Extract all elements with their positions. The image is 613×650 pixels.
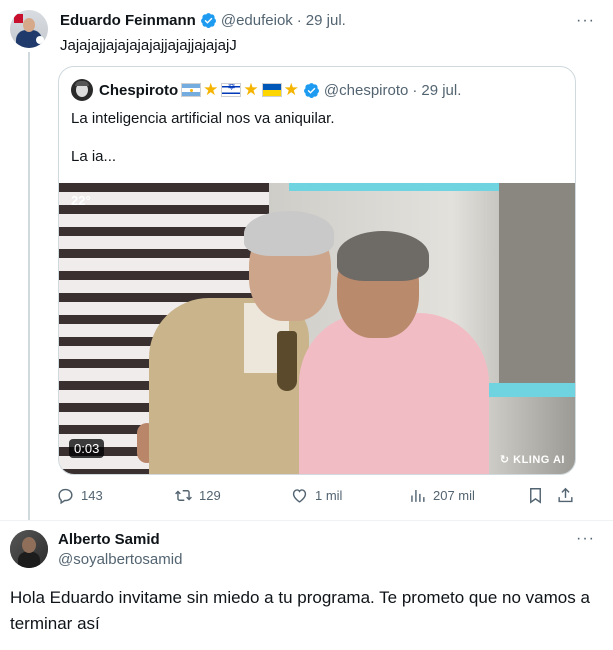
video-figure (277, 331, 297, 391)
reply-author-handle[interactable]: @soyalbertosamid (58, 551, 182, 568)
avatar-eduardo[interactable] (10, 10, 48, 48)
reply-more-options-icon[interactable]: ··· (576, 530, 595, 548)
repost-icon (175, 490, 192, 501)
more-options-icon[interactable]: ··· (576, 12, 595, 30)
ukraine-flag-icon (261, 83, 282, 97)
quoted-author-name[interactable]: Chespiroto (99, 82, 178, 99)
video-figure (299, 313, 489, 474)
bookmark-icon (530, 488, 541, 504)
avatar-chespiroto[interactable] (71, 79, 93, 101)
quoted-text-line2: La ia... (71, 148, 117, 165)
thread-connector-line (28, 52, 30, 520)
share-icon (558, 487, 573, 503)
avatar-alberto[interactable] (10, 530, 48, 568)
separator-dot: · (296, 12, 302, 29)
video-background-accent (479, 383, 575, 397)
separator-dot: · (412, 81, 418, 99)
argentina-flag-icon (181, 83, 202, 97)
video-watermark: ↻ KLING AI (500, 453, 565, 466)
reply-count: 143 (81, 488, 103, 503)
quoted-tweet[interactable]: Chespiroto ★ ★ ★ @chespiroto · 29 jul. L… (58, 66, 576, 475)
author-name[interactable]: Eduardo Feinmann (60, 12, 196, 29)
star-icon: ★ (283, 80, 299, 100)
video-background-panel (499, 183, 575, 383)
tweet-actions-bar: 143 129 1 mil 207 mil (56, 486, 578, 508)
bookmark-button[interactable] (526, 486, 551, 505)
views-icon (411, 489, 425, 502)
video-player[interactable]: 22° 0:03 ↻ KLING AI (59, 183, 575, 474)
author-handle[interactable]: @edufeiok (221, 12, 293, 29)
quoted-tweet-header: Chespiroto ★ ★ ★ @chespiroto · 29 jul. (71, 79, 461, 101)
israel-flag-icon (221, 83, 242, 97)
verified-badge-icon (303, 82, 319, 98)
tweet-divider (0, 520, 613, 521)
star-icon: ★ (203, 80, 219, 100)
repost-count: 129 (199, 488, 221, 503)
quoted-tweet-date[interactable]: 29 jul. (421, 82, 461, 99)
video-temperature-overlay: 22° (71, 193, 91, 208)
heart-icon (292, 489, 307, 503)
kling-logo-icon: ↻ (499, 454, 510, 466)
views-count: 207 mil (433, 488, 475, 503)
tweet-text: JajajajjajajajajajjajajjajajajJ (60, 37, 237, 54)
quoted-author-handle[interactable]: @chespiroto (324, 82, 408, 99)
tweet-header: Eduardo Feinmann @edufeiok · 29 jul. (60, 12, 346, 29)
reply-icon (58, 488, 73, 505)
quoted-tweet-text: La inteligencia artificial nos va aniqui… (71, 109, 335, 167)
watermark-text: KLING AI (513, 454, 565, 466)
repost-button[interactable]: 129 (174, 486, 221, 505)
reply-text: Hola Eduardo invitame sin miedo a tu pro… (10, 588, 590, 633)
tweet-date[interactable]: 29 jul. (306, 12, 346, 29)
reply-author-name[interactable]: Alberto Samid (58, 531, 160, 548)
quoted-text-line1: La inteligencia artificial nos va aniqui… (71, 110, 335, 127)
verified-badge-icon (200, 13, 216, 29)
video-duration: 0:03 (69, 439, 105, 458)
star-icon: ★ (243, 80, 259, 100)
like-count: 1 mil (315, 488, 343, 503)
views-button[interactable]: 207 mil (408, 486, 475, 505)
video-figure (337, 231, 429, 281)
reply-button[interactable]: 143 (56, 486, 103, 505)
like-button[interactable]: 1 mil (290, 486, 342, 505)
video-figure (244, 211, 334, 256)
share-button[interactable] (556, 486, 581, 505)
